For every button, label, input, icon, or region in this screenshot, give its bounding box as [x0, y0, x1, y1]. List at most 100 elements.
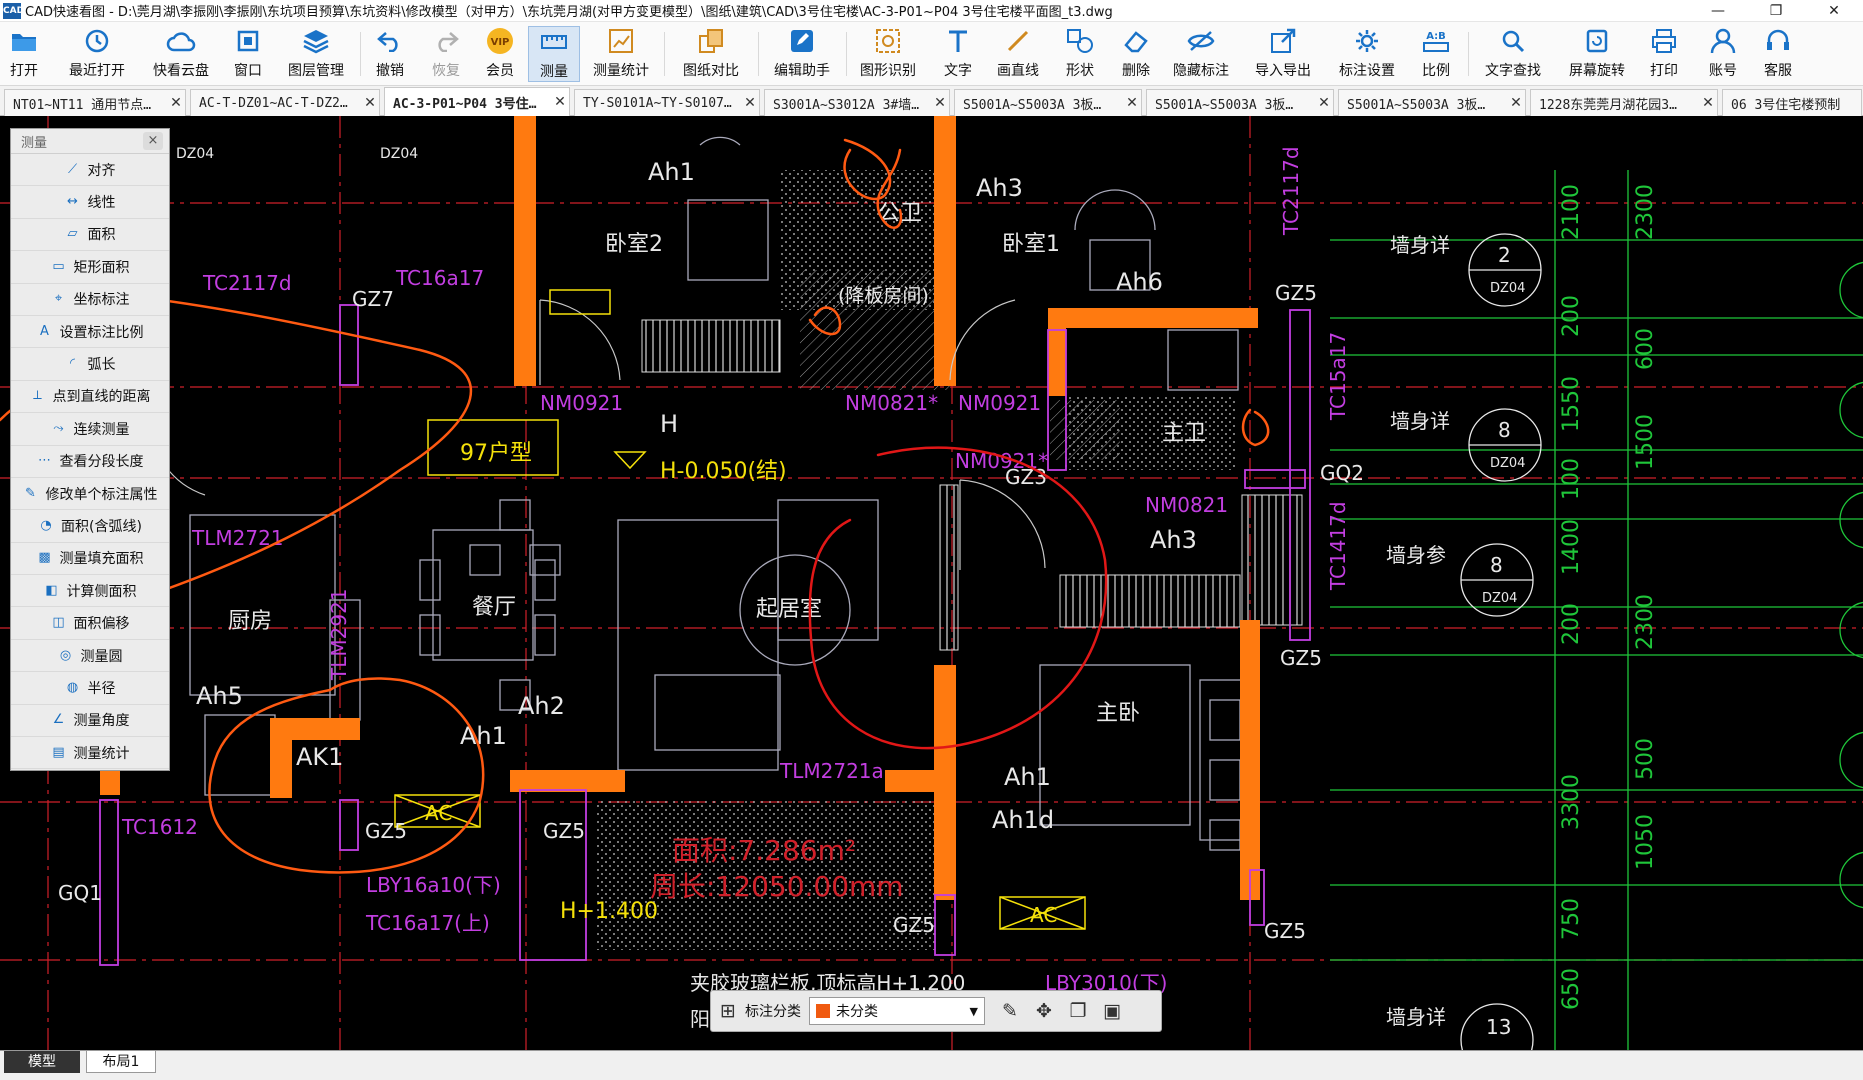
- measure-side-area-item[interactable]: ◧ 计算侧面积: [11, 575, 169, 608]
- close-tab-icon[interactable]: ✕: [1699, 95, 1717, 111]
- tag-label: Ah3: [976, 174, 1023, 202]
- copy-icon[interactable]: ❐: [1061, 994, 1095, 1028]
- document-tab-active[interactable]: AC-3-P01~P04 3号住… ✕: [384, 87, 570, 116]
- hide-annotation-button[interactable]: 隐藏标注: [1170, 26, 1232, 82]
- document-tab[interactable]: AC-T-DZ01~AC-T-DZ2… ✕: [190, 89, 380, 116]
- wall-callout-number: 8: [1498, 418, 1511, 442]
- chevron-down-icon: ▼: [969, 1004, 978, 1018]
- document-tab[interactable]: S5001A~S5003A 3板… ✕: [1146, 89, 1334, 116]
- close-tab-icon[interactable]: ✕: [1315, 95, 1333, 111]
- measure-area-offset-item[interactable]: ◫ 面积偏移: [11, 607, 169, 640]
- measure-linear-item[interactable]: ↔ 线性: [11, 186, 169, 219]
- measure-align-item[interactable]: ⟋ 对齐: [11, 154, 169, 187]
- tag-label: GQ1: [58, 881, 102, 905]
- close-tab-icon[interactable]: ✕: [167, 95, 185, 111]
- move-icon[interactable]: ✥: [1027, 994, 1061, 1028]
- annotation-category-label: 标注分类: [745, 1004, 801, 1020]
- vip-button[interactable]: VIP 会员: [482, 26, 518, 82]
- close-tab-icon[interactable]: ✕: [1123, 95, 1141, 111]
- dim-label: 650: [1559, 968, 1584, 1010]
- room-bath-note: (降板房间): [838, 285, 929, 307]
- window-label: TC2117d: [202, 271, 292, 295]
- rotate-screen-icon: [1582, 26, 1612, 56]
- text-search-button[interactable]: 文字查找: [1478, 26, 1548, 82]
- document-tab[interactable]: NT01~NT11 通用节点… ✕: [4, 89, 186, 116]
- shape-label: 形状: [1066, 63, 1094, 79]
- measure-segment-item[interactable]: ⋯ 查看分段长度: [11, 446, 169, 478]
- wall-callout-circles: [1460, 233, 1542, 1050]
- document-tab[interactable]: TY-S0101A~TY-S0107… ✕: [574, 89, 760, 116]
- measure-scale-setting-item[interactable]: A 设置标注比例: [11, 316, 169, 349]
- undo-button[interactable]: 撤销: [372, 26, 408, 82]
- close-tab-icon[interactable]: ✕: [931, 95, 949, 111]
- line-button[interactable]: 画直线: [990, 26, 1046, 82]
- area-value: 面积:7.286m²: [672, 834, 856, 867]
- close-window-button[interactable]: ✕: [1805, 0, 1863, 22]
- measure-angle-item[interactable]: ∠ 测量角度: [11, 705, 169, 738]
- tab-model[interactable]: 模型: [4, 1051, 80, 1073]
- document-tab[interactable]: S5001A~S5003A 3板… ✕: [1338, 89, 1526, 116]
- measure-edit-annotation-item[interactable]: ✎ 修改单个标注属性: [11, 478, 169, 511]
- text-button[interactable]: 文字: [940, 26, 976, 82]
- scale-button[interactable]: A:B 比例: [1418, 26, 1454, 82]
- recent-button[interactable]: 最近打开: [62, 26, 132, 82]
- layers-button[interactable]: 图层管理: [286, 26, 346, 82]
- delete-button[interactable]: 删除: [1118, 26, 1154, 82]
- print-button[interactable]: 打印: [1646, 26, 1682, 82]
- close-tab-icon[interactable]: ✕: [1507, 95, 1525, 111]
- document-tab[interactable]: S5001A~S5003A 3板… ✕: [954, 89, 1142, 116]
- annotation-settings-button[interactable]: 标注设置: [1336, 26, 1398, 82]
- measure-radius-item[interactable]: ◍ 半径: [11, 672, 169, 705]
- measure-button[interactable]: 测量: [528, 26, 580, 82]
- rotate-screen-button[interactable]: 屏幕旋转: [1562, 26, 1632, 82]
- close-tab-icon[interactable]: ✕: [551, 94, 569, 110]
- measure-coordinate-item[interactable]: ⌖ 坐标标注: [11, 284, 169, 316]
- shape-recognize-button[interactable]: 图形识别: [856, 26, 920, 82]
- arc-area-icon: ◔: [40, 517, 52, 533]
- redo-button[interactable]: 恢复: [428, 26, 464, 82]
- tab-layout1[interactable]: 布局1: [86, 1051, 156, 1073]
- measure-arc-length-item[interactable]: ◜ 弧长: [11, 348, 169, 381]
- window-label: LBY16a10(下): [366, 873, 501, 897]
- close-tab-icon[interactable]: ✕: [361, 95, 379, 111]
- fill-area-icon: ▩: [38, 550, 51, 566]
- drawing-canvas[interactable]: 2100 200 1550 100 1400 200 3300 750 650 …: [0, 116, 1863, 1050]
- import-export-button[interactable]: 导入导出: [1252, 26, 1314, 82]
- measure-fill-area-item[interactable]: ▩ 测量填充面积: [11, 543, 169, 576]
- minimize-button[interactable]: —: [1689, 0, 1747, 22]
- undo-icon: [375, 26, 405, 56]
- close-panel-icon[interactable]: ×: [143, 132, 163, 150]
- angle-icon: ∠: [52, 712, 65, 728]
- edit-annotation-icon[interactable]: ✎: [993, 994, 1027, 1028]
- radius-icon: ◍: [66, 679, 79, 695]
- window-button[interactable]: 窗口: [230, 26, 266, 82]
- shape-button[interactable]: 形状: [1062, 26, 1098, 82]
- cloud-button[interactable]: 快看云盘: [146, 26, 216, 82]
- annotation-category-select[interactable]: 未分类 ▼: [809, 997, 985, 1025]
- compare-button[interactable]: 图纸对比: [676, 26, 746, 82]
- document-tab[interactable]: 1228东莞莞月湖花园3… ✕: [1530, 89, 1718, 116]
- tag-label: Ah5: [196, 682, 243, 710]
- measure-stats-item[interactable]: ▤ 测量统计: [11, 737, 169, 770]
- account-button[interactable]: 账号: [1705, 26, 1741, 82]
- open-button[interactable]: 打开: [4, 26, 44, 82]
- support-button[interactable]: 客服: [1760, 26, 1796, 82]
- measure-stats-button[interactable]: 测量统计: [590, 26, 652, 82]
- close-tab-icon[interactable]: ✕: [741, 95, 759, 111]
- measure-arc-area-item[interactable]: ◔ 面积(含弧线): [11, 510, 169, 543]
- rotate-screen-label: 屏幕旋转: [1569, 63, 1625, 79]
- maximize-button[interactable]: ❐: [1747, 0, 1805, 22]
- document-tab[interactable]: 06 3号住宅楼预制: [1722, 89, 1862, 116]
- measure-area-item[interactable]: ▱ 面积: [11, 219, 169, 252]
- annotation-settings-icon: [1352, 26, 1382, 56]
- tag-label: Ah3: [1150, 526, 1197, 554]
- edit-helper-button[interactable]: 编辑助手: [770, 26, 834, 82]
- measure-circle-item[interactable]: ◎ 测量圆: [11, 640, 169, 673]
- measure-point-line-item[interactable]: ⟂ 点到直线的距离: [11, 381, 169, 414]
- document-tab[interactable]: S3001A~S3012A 3#墙… ✕: [764, 89, 950, 116]
- grid-icon[interactable]: ⊞: [711, 994, 745, 1028]
- measure-rect-area-item[interactable]: ▭ 矩形面积: [11, 251, 169, 284]
- tag-label: AK1: [296, 743, 343, 771]
- paste-icon[interactable]: ▣: [1095, 994, 1129, 1028]
- measure-continuous-item[interactable]: ⤳ 连续测量: [11, 413, 169, 446]
